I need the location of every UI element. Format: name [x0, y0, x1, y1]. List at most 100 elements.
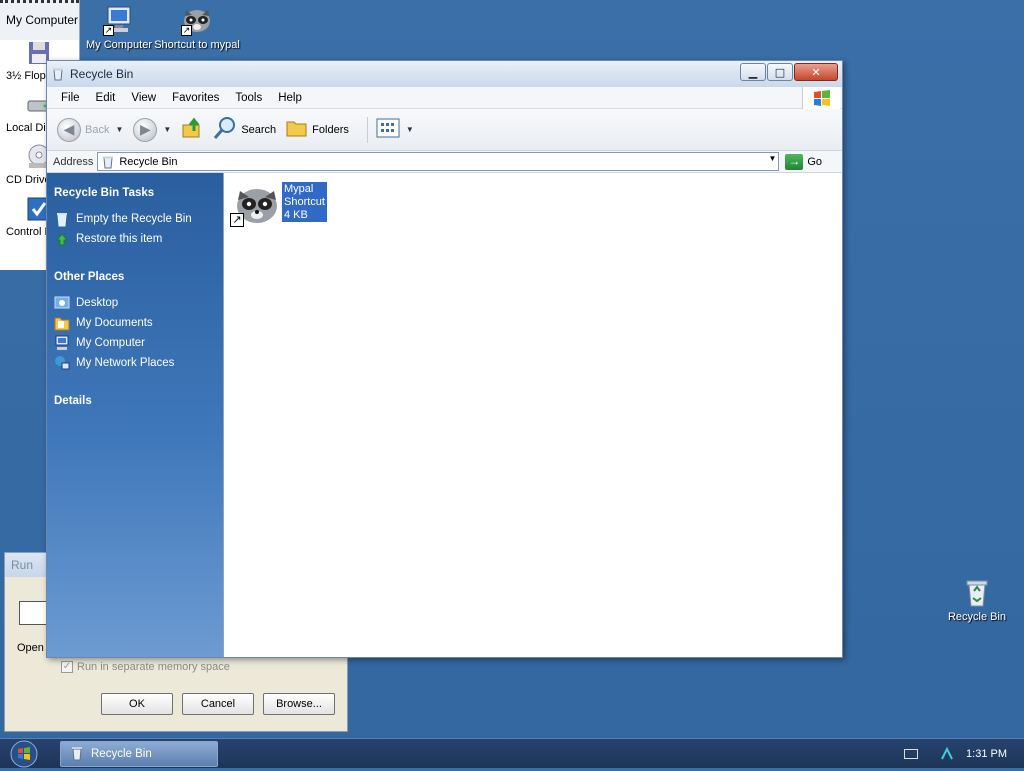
run-open-label: Open	[17, 642, 44, 654]
go-label: Go	[807, 155, 823, 168]
cancel-button[interactable]: Cancel	[182, 693, 254, 715]
chevron-down-icon: ▼	[405, 125, 414, 134]
shortcut-arrow-icon: ↗	[103, 25, 114, 36]
search-button[interactable]: Search	[213, 116, 276, 143]
start-button[interactable]	[8, 740, 40, 768]
folders-button[interactable]: Folders	[286, 118, 349, 141]
close-icon: ✕	[811, 65, 821, 79]
desktop-icon-label: My Computer	[85, 39, 153, 51]
other-places-header[interactable]: Other Places	[54, 271, 223, 283]
keyboard-icon[interactable]	[904, 749, 919, 759]
desktop-icon-label: Shortcut to mypal	[154, 39, 240, 51]
address-value: Recycle Bin	[119, 155, 178, 168]
place-label: My Documents	[76, 317, 153, 329]
checkbox-label: Run in separate memory space	[77, 661, 230, 673]
address-bar: Address Recycle Bin ▼ → Go	[47, 151, 842, 173]
menu-help[interactable]: Help	[270, 92, 310, 104]
taskbar-item-recycle-bin[interactable]: Recycle Bin	[60, 741, 218, 767]
place-my-computer[interactable]: My Computer	[54, 333, 223, 353]
computer-icon: ↗	[103, 4, 135, 36]
views-button[interactable]: ▼	[376, 118, 414, 141]
forward-arrow-icon: ▶	[133, 117, 158, 142]
shortcut-arrow-icon: ↗	[230, 213, 244, 227]
chevron-down-icon: ▼	[115, 125, 124, 134]
task-restore-item[interactable]: Restore this item	[54, 229, 223, 249]
file-name: Mypal	[284, 183, 314, 195]
up-folder-button[interactable]	[181, 117, 203, 142]
go-arrow-icon: →	[785, 153, 804, 170]
address-label: Address	[53, 155, 94, 168]
task-label: Restore this item	[76, 233, 163, 245]
file-size: 4 KB	[284, 209, 308, 221]
windows-flag-icon	[802, 87, 840, 109]
maximize-icon: □	[774, 65, 786, 79]
up-folder-icon	[181, 117, 203, 142]
file-item-mypal-shortcut[interactable]: ↗ Mypal Shortcut 4 KB	[230, 181, 327, 229]
recycle-bin-window[interactable]: Recycle Bin ▁ □ ✕ File Edit View Favorit…	[46, 60, 843, 658]
raccoon-icon: ↗	[181, 4, 213, 36]
place-label: My Network Places	[76, 357, 175, 369]
menu-favorites[interactable]: Favorites	[164, 92, 227, 104]
recycle-bin-tasks-header[interactable]: Recycle Bin Tasks	[54, 187, 223, 199]
folders-icon	[286, 118, 308, 141]
place-label: Desktop	[76, 297, 119, 309]
desktop-icon	[54, 295, 70, 311]
file-details: Mypal Shortcut 4 KB	[282, 182, 327, 222]
recycle-bin-icon	[69, 745, 85, 764]
clock[interactable]: 1:31 PM	[966, 748, 1007, 760]
window-title: Recycle Bin	[70, 67, 134, 81]
place-label: My Computer	[76, 337, 146, 349]
back-arrow-icon: ◀	[57, 117, 81, 142]
back-button[interactable]: ◀ Back ▼	[57, 117, 124, 142]
close-button[interactable]: ✕	[794, 63, 838, 81]
search-icon	[213, 116, 237, 143]
recycle-bin-icon	[101, 155, 115, 169]
network-status-icon[interactable]	[940, 746, 954, 761]
maximize-button[interactable]: □	[767, 63, 793, 81]
browse-button[interactable]: Browse...	[263, 693, 335, 715]
checkbox-check-icon: ✓	[61, 661, 73, 673]
place-my-documents[interactable]: My Documents	[54, 313, 223, 333]
run-separate-memory-checkbox[interactable]: ✓ Run in separate memory space	[61, 661, 230, 673]
minimize-icon: ▁	[748, 65, 758, 79]
desktop-icon-mypal-shortcut[interactable]: ↗ Shortcut to mypal	[152, 4, 242, 60]
run-program-icon	[19, 601, 49, 625]
details-header[interactable]: Details	[54, 395, 223, 407]
forward-button[interactable]: ▶ ▼	[133, 117, 171, 142]
title-bar[interactable]: Recycle Bin ▁ □ ✕	[47, 61, 842, 87]
restore-arrow-icon	[54, 231, 70, 247]
file-list[interactable]: ↗ Mypal Shortcut 4 KB	[223, 173, 842, 657]
chevron-down-icon[interactable]: ▼	[768, 154, 776, 163]
raccoon-icon: ↗	[230, 181, 280, 229]
views-icon	[376, 118, 400, 141]
menu-edit[interactable]: Edit	[88, 92, 124, 104]
taskbar: Recycle Bin 1:31 PM	[0, 738, 1024, 768]
go-button[interactable]: → Go	[785, 153, 823, 170]
search-label: Search	[241, 123, 277, 136]
ok-button[interactable]: OK	[101, 693, 173, 715]
menu-view[interactable]: View	[123, 92, 164, 104]
window-body: Recycle Bin Tasks Empty the Recycle Bin …	[47, 173, 842, 657]
desktop-icon-my-computer[interactable]: ↗ My Computer	[74, 4, 164, 52]
address-input[interactable]: Recycle Bin ▼	[97, 152, 780, 171]
menu-file[interactable]: File	[53, 92, 88, 104]
task-empty-recycle-bin[interactable]: Empty the Recycle Bin	[54, 209, 223, 229]
place-desktop[interactable]: Desktop	[54, 293, 223, 313]
recycle-bin-icon	[51, 67, 65, 81]
desktop-icon-label: Recycle Bin	[947, 611, 1007, 623]
windows-orb-icon	[10, 740, 38, 768]
menu-tools[interactable]: Tools	[227, 92, 270, 104]
back-label: Back	[85, 123, 110, 136]
toolbar-separator	[366, 116, 368, 143]
place-my-network-places[interactable]: My Network Places	[54, 353, 223, 373]
file-type: Shortcut	[284, 196, 325, 208]
background-window-title: My Computer	[0, 0, 79, 40]
other-places-group: Other Places Desktop My Documents My Com…	[54, 271, 223, 373]
recycle-bin-icon	[54, 211, 70, 227]
task-label: Empty the Recycle Bin	[76, 213, 192, 225]
desktop: ↗ My Computer ↗ Shortcut to mypal Recycl…	[0, 0, 1024, 768]
desktop-icon-recycle-bin[interactable]: Recycle Bin	[932, 576, 1022, 624]
documents-folder-icon	[54, 315, 70, 331]
minimize-button[interactable]: ▁	[740, 63, 766, 81]
taskbar-item-label: Recycle Bin	[91, 748, 152, 760]
